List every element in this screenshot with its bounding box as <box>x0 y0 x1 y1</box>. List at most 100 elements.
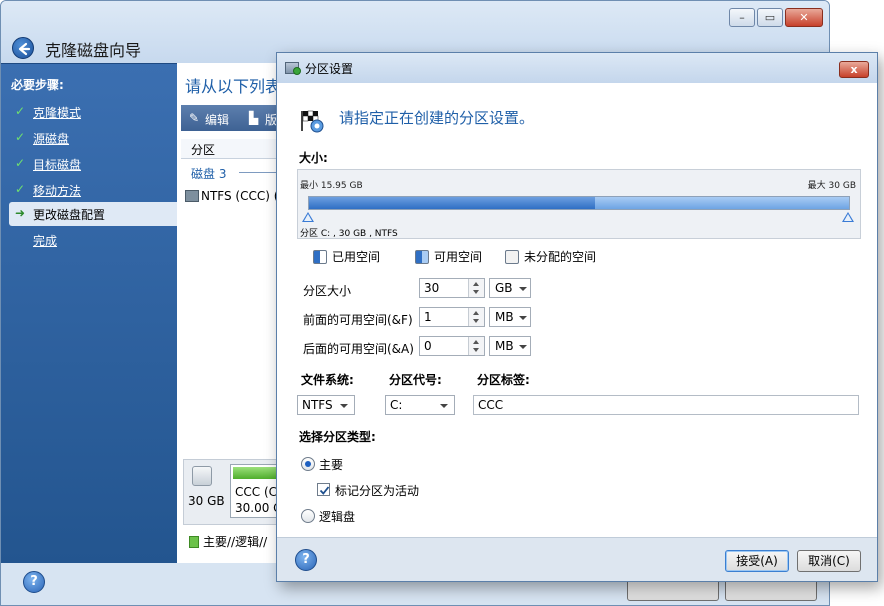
hidden-cancel-button[interactable] <box>725 579 817 601</box>
dialog-close-button[interactable]: x <box>839 61 869 78</box>
steps-heading: 必要步骤: <box>11 78 64 92</box>
hidden-next-button[interactable] <box>627 579 719 601</box>
partition-summary: 分区 C: , 30 GB , NTFS <box>300 229 398 239</box>
partition-size-value: 30 <box>424 281 440 295</box>
disk-group-label: 磁盘 3 <box>191 167 227 181</box>
step-label: 更改磁盘配置 <box>33 208 106 222</box>
slider-track[interactable] <box>308 196 850 210</box>
file-system-label: 文件系统: <box>301 373 354 387</box>
step-target-disk[interactable]: ✓ 目标磁盘 <box>1 152 177 176</box>
partition-size-stepper[interactable]: 30 <box>419 278 485 298</box>
help-icon[interactable]: ? <box>23 571 45 593</box>
unit-value: MB <box>495 310 514 324</box>
legend-label: 未分配的空间 <box>524 250 597 264</box>
help-icon[interactable]: ? <box>295 549 317 571</box>
size-section-heading: 大小: <box>299 151 328 165</box>
dialog-title-bar: 分区设置 x <box>277 53 877 83</box>
chevron-down-icon <box>440 404 448 408</box>
partition-size-label: 分区大小 <box>303 284 352 298</box>
partition-size-unit-select[interactable]: GB <box>489 278 531 298</box>
stepper-arrows-icon[interactable] <box>468 337 484 355</box>
free-after-unit-select[interactable]: MB <box>489 336 531 356</box>
minimize-button[interactable]: – <box>729 8 755 27</box>
dialog-footer: ? 接受(A) 取消(C) <box>277 537 877 581</box>
step-finish[interactable]: 完成 <box>1 228 177 252</box>
partition-legend: 主要//逻辑// <box>189 533 267 550</box>
partition-icon[interactable]: ▙ <box>249 111 258 125</box>
step-label: 克隆模式 <box>33 106 82 120</box>
disk-size: 30 GB <box>188 494 225 508</box>
divider <box>239 172 279 173</box>
stepper-arrows-icon[interactable] <box>468 279 484 297</box>
logical-radio-label[interactable]: 逻辑盘 <box>319 508 355 525</box>
file-system-select[interactable]: NTFS <box>297 395 355 415</box>
free-space-bar <box>595 197 849 209</box>
unit-value: MB <box>495 339 514 353</box>
partition-row-text: NTFS (CCC) ( <box>201 189 279 203</box>
logical-radio[interactable] <box>301 509 315 523</box>
used-space-icon <box>313 250 327 264</box>
maximize-button[interactable]: ▭ <box>757 8 783 27</box>
maximize-icon: ▭ <box>764 11 776 24</box>
edit-icon[interactable]: ✎ <box>189 111 199 125</box>
stepper-arrows-icon[interactable] <box>468 308 484 326</box>
free-space-after-label: 后面的可用空间(&A) <box>303 342 414 356</box>
dialog-heading: 请指定正在创建的分区设置。 <box>339 109 535 127</box>
step-source-disk[interactable]: ✓ 源磁盘 <box>1 126 177 150</box>
primary-radio[interactable] <box>301 457 315 471</box>
step-clone-mode[interactable]: ✓ 克隆模式 <box>1 100 177 124</box>
step-change-disk-layout[interactable]: ➜ 更改磁盘配置 <box>9 202 177 226</box>
dialog-title: 分区设置 <box>305 62 354 76</box>
primary-radio-label[interactable]: 主要 <box>319 456 343 473</box>
step-label: 完成 <box>33 234 58 248</box>
chevron-down-icon <box>519 287 527 291</box>
chevron-down-icon <box>519 345 527 349</box>
unallocated-space-icon <box>505 250 519 264</box>
window-title: 克隆磁盘向导 <box>45 41 142 60</box>
file-system-value: NTFS <box>302 398 333 412</box>
legend-label: 可用空间 <box>434 250 483 264</box>
partition-label-value: CCC <box>478 398 504 412</box>
partition-settings-dialog: 分区设置 x 请指定正在创建的分区设置。 大小: 最小 15.95 GB 最大 … <box>276 52 878 582</box>
step-label: 移动方法 <box>33 184 82 198</box>
step-label: 目标磁盘 <box>33 158 82 172</box>
slider-left-handle[interactable] <box>302 212 314 222</box>
primary-legend-icon <box>189 536 199 548</box>
check-icon: ✓ <box>15 104 26 118</box>
chevron-down-icon <box>340 404 348 408</box>
slider-right-handle[interactable] <box>842 212 854 222</box>
minimize-icon: – <box>739 11 745 24</box>
content-heading: 请从以下列表 <box>185 77 282 96</box>
hard-disk-icon <box>192 466 212 486</box>
mark-active-label[interactable]: 标记分区为活动 <box>335 482 419 499</box>
unit-value: GB <box>495 281 513 295</box>
partition-icon <box>185 190 199 202</box>
partition-type-heading: 选择分区类型: <box>299 430 376 444</box>
drive-letter-select[interactable]: C: <box>385 395 455 415</box>
max-size-label: 最大 30 GB <box>807 181 856 191</box>
free-before-unit-select[interactable]: MB <box>489 307 531 327</box>
free-space-after-stepper[interactable]: 0 <box>419 336 485 356</box>
step-label: 源磁盘 <box>33 132 70 146</box>
check-icon: ✓ <box>15 182 26 196</box>
legend-used-space: 已用空间 <box>313 248 380 265</box>
free-space-before-stepper[interactable]: 1 <box>419 307 485 327</box>
chevron-down-icon <box>519 316 527 320</box>
free-before-value: 1 <box>424 310 432 324</box>
free-space-icon <box>415 250 429 264</box>
close-button[interactable]: ✕ <box>785 8 823 27</box>
cancel-button[interactable]: 取消(C) <box>797 550 861 572</box>
check-icon: ✓ <box>15 156 26 170</box>
edit-button[interactable]: 编辑 <box>205 111 229 128</box>
legend-unallocated-space: 未分配的空间 <box>505 248 596 265</box>
partition-settings-icon <box>285 62 301 75</box>
table-row[interactable]: NTFS (CCC) ( <box>185 189 278 203</box>
back-arrow-icon[interactable] <box>12 37 34 59</box>
step-move-method[interactable]: ✓ 移动方法 <box>1 178 177 202</box>
free-after-value: 0 <box>424 339 432 353</box>
mark-active-checkbox[interactable] <box>317 483 330 496</box>
partition-label-input[interactable]: CCC <box>473 395 859 415</box>
accept-button[interactable]: 接受(A) <box>725 550 789 572</box>
partition-size-slider: 最小 15.95 GB 最大 30 GB 分区 C: , 30 GB , NTF… <box>297 169 861 239</box>
column-partition[interactable]: 分区 <box>191 141 215 158</box>
